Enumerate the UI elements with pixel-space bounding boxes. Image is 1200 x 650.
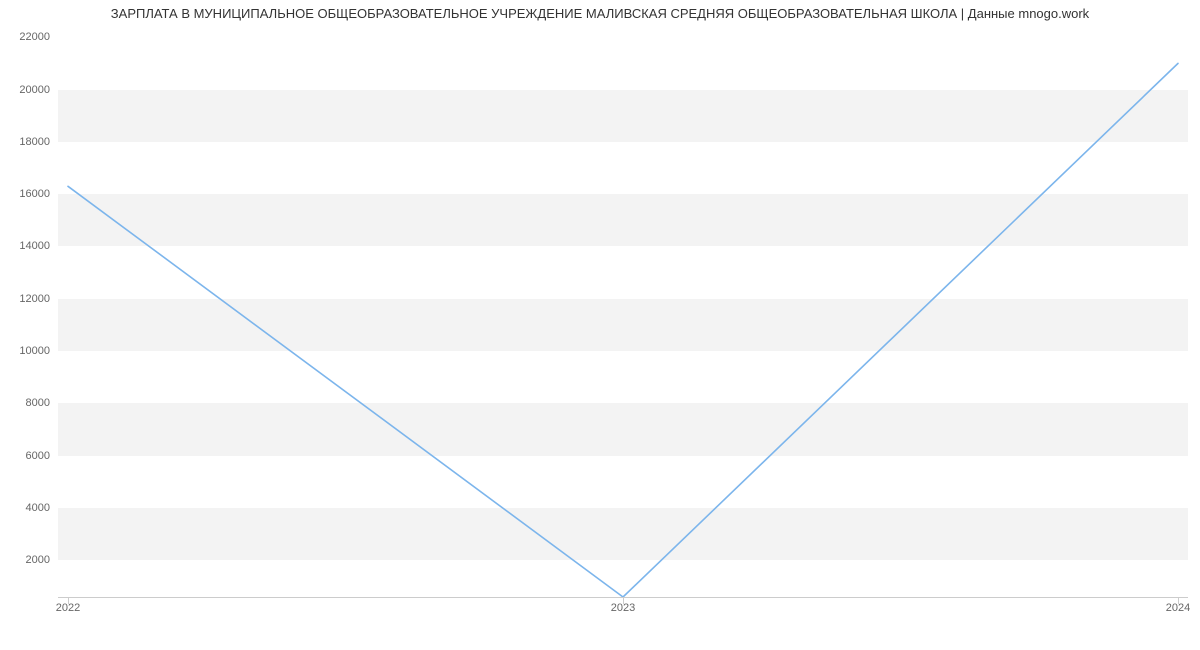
y-tick-label: 8000 [6, 397, 50, 409]
x-tick-mark [623, 597, 624, 604]
y-tick-label: 10000 [6, 345, 50, 357]
chart-container: ЗАРПЛАТА В МУНИЦИПАЛЬНОЕ ОБЩЕОБРАЗОВАТЕЛ… [0, 0, 1200, 650]
y-tick-label: 18000 [6, 136, 50, 148]
x-tick-mark [1178, 597, 1179, 604]
y-tick-label: 22000 [6, 31, 50, 43]
y-tick-label: 20000 [6, 84, 50, 96]
y-tick-label: 12000 [6, 293, 50, 305]
plot-area [58, 32, 1188, 597]
x-tick-mark [68, 597, 69, 604]
y-tick-label: 14000 [6, 240, 50, 252]
y-tick-label: 16000 [6, 188, 50, 200]
y-tick-label: 6000 [6, 450, 50, 462]
series-line [68, 63, 1178, 597]
y-tick-label: 2000 [6, 554, 50, 566]
y-tick-label: 4000 [6, 502, 50, 514]
chart-title: ЗАРПЛАТА В МУНИЦИПАЛЬНОЕ ОБЩЕОБРАЗОВАТЕЛ… [0, 6, 1200, 21]
line-layer [58, 32, 1188, 597]
